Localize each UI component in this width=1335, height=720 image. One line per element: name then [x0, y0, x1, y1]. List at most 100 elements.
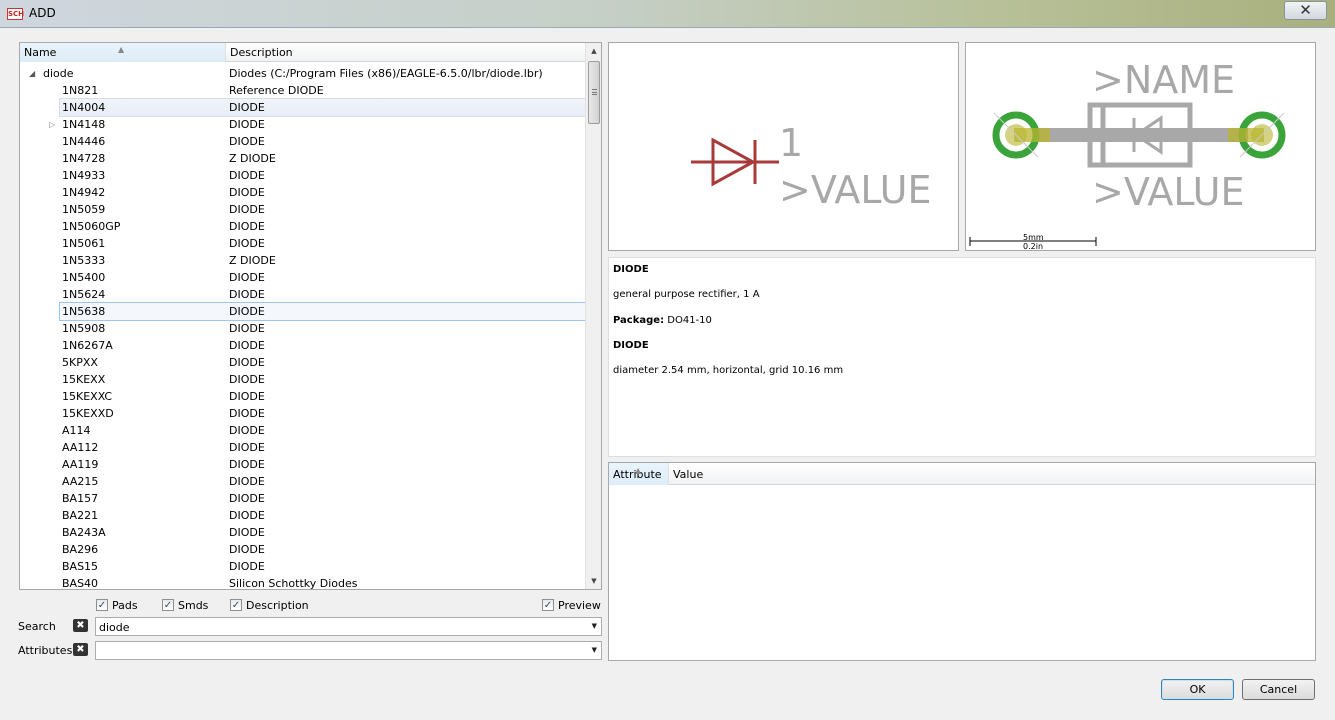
table-row[interactable]: 1N5060GP DIODE: [20, 218, 586, 235]
device-description-cell: DIODE: [229, 186, 265, 199]
package-value-text: >VALUE: [1092, 170, 1245, 214]
grip-icon: [592, 89, 597, 95]
device-name: 15KEXX: [62, 373, 106, 386]
attributes-input[interactable]: [99, 644, 579, 658]
table-row[interactable]: BA296 DIODE: [20, 541, 586, 558]
table-row[interactable]: BA157 DIODE: [20, 490, 586, 507]
table-row[interactable]: A114 DIODE: [20, 422, 586, 439]
device-name: 1N5333: [62, 254, 106, 267]
symbol-preview: 1 >VALUE: [608, 42, 959, 251]
table-row[interactable]: BA221 DIODE: [20, 507, 586, 524]
table-row[interactable]: BAS15 DIODE: [20, 558, 586, 575]
device-description-cell: DIODE: [229, 526, 265, 539]
device-description-cell: DIODE: [229, 390, 265, 403]
table-row[interactable]: 1N4933 DIODE: [20, 167, 586, 184]
preview-checkbox[interactable]: ✓ Preview: [542, 599, 602, 613]
sort-asc-icon: ▲: [118, 45, 125, 54]
table-row[interactable]: 1N5061 DIODE: [20, 235, 586, 252]
table-row[interactable]: 1N4446 DIODE: [20, 133, 586, 150]
clear-attributes-icon[interactable]: ✖: [73, 643, 88, 656]
device-description-cell: DIODE: [229, 203, 265, 216]
search-label: Search: [18, 620, 56, 633]
close-button[interactable]: ✕: [1284, 1, 1327, 20]
table-row[interactable]: 1N6267A DIODE: [20, 337, 586, 354]
device-name: A114: [62, 424, 91, 437]
device-description-cell: DIODE: [229, 356, 265, 369]
column-header-value[interactable]: Value: [669, 463, 869, 485]
device-name: BA157: [62, 492, 99, 505]
device-description-cell: DIODE: [229, 169, 265, 182]
table-row[interactable]: 1N5333 Z DIODE: [20, 252, 586, 269]
table-row[interactable]: 1N5638 DIODE: [59, 302, 587, 321]
scale-in-label: 0.2in: [1023, 242, 1043, 250]
pads-checkbox[interactable]: ✓ Pads: [96, 599, 156, 613]
package-name-text: >NAME: [1092, 58, 1235, 102]
tree-scrollbar[interactable]: ▲ ▼: [585, 43, 601, 589]
table-row[interactable]: ▷ 1N4148 DIODE: [20, 116, 586, 133]
expand-triangle-icon[interactable]: ▷: [49, 116, 55, 133]
device-name: BAS40: [62, 577, 99, 590]
device-tree[interactable]: ▲ Name Description ◢ diode Diodes (C:/Pr…: [19, 42, 602, 590]
table-row[interactable]: AA215 DIODE: [20, 473, 586, 490]
table-row[interactable]: 1N5908 DIODE: [20, 320, 586, 337]
scroll-up-arrow-icon[interactable]: ▲: [586, 43, 601, 59]
app-icon: SCH: [7, 8, 25, 20]
table-row[interactable]: 15KEXXC DIODE: [20, 388, 586, 405]
device-description-cell: Reference DIODE: [229, 84, 324, 97]
device-heading: DIODE: [613, 264, 649, 275]
package-preview: >NAME >VALUE 5mm 0.2in: [965, 42, 1316, 251]
table-row[interactable]: 1N821 Reference DIODE: [20, 82, 586, 99]
scroll-thumb[interactable]: [588, 61, 600, 124]
device-name: 1N5060GP: [62, 220, 121, 233]
scroll-down-arrow-icon[interactable]: ▼: [586, 573, 601, 589]
table-row[interactable]: 5KPXX DIODE: [20, 354, 586, 371]
device-name: BAS15: [62, 560, 99, 573]
description-checkbox[interactable]: ✓ Description: [230, 599, 320, 613]
dropdown-arrow-icon[interactable]: ▼: [592, 646, 597, 654]
device-name: 1N5061: [62, 237, 106, 250]
search-combo[interactable]: ▼: [95, 617, 602, 636]
device-description-cell: DIODE: [229, 424, 265, 437]
table-row[interactable]: 15KEXXD DIODE: [20, 405, 586, 422]
smds-checkbox[interactable]: ✓ Smds: [162, 599, 222, 613]
table-row[interactable]: AA119 DIODE: [20, 456, 586, 473]
pin-number: 1: [779, 121, 803, 165]
table-row[interactable]: 15KEXX DIODE: [20, 371, 586, 388]
scale-mm-label: 5mm: [1023, 233, 1044, 242]
package-drawing: >NAME >VALUE 5mm 0.2in: [969, 58, 1286, 251]
device-description-cell: DIODE: [229, 373, 265, 386]
table-row[interactable]: 1N5624 DIODE: [20, 286, 586, 303]
table-row[interactable]: AA112 DIODE: [20, 439, 586, 456]
attributes-combo[interactable]: ▼: [95, 641, 602, 660]
device-description-cell: Silicon Schottky Diodes: [229, 577, 358, 590]
cancel-button[interactable]: Cancel: [1242, 679, 1315, 700]
diode-symbol-drawing: 1 >VALUE: [691, 121, 932, 212]
column-header-attribute[interactable]: ▲ Attribute: [609, 463, 669, 485]
column-header-description[interactable]: Description: [226, 43, 586, 62]
table-row[interactable]: 1N4942 DIODE: [20, 184, 586, 201]
attribute-table[interactable]: ▲ Attribute Value: [608, 462, 1316, 661]
clear-search-icon[interactable]: ✖: [73, 619, 88, 632]
checkmark-icon: ✓: [542, 599, 554, 611]
device-name: 1N4933: [62, 169, 106, 182]
attribute-table-header: ▲ Attribute Value: [609, 463, 1315, 485]
device-name: 1N4446: [62, 135, 106, 148]
table-row[interactable]: BAS40 Silicon Schottky Diodes: [20, 575, 586, 590]
device-description-cell: DIODE: [229, 237, 265, 250]
table-row[interactable]: 1N5059 DIODE: [20, 201, 586, 218]
collapse-triangle-icon[interactable]: ◢: [29, 65, 35, 82]
ok-button[interactable]: OK: [1161, 679, 1234, 700]
table-row[interactable]: 1N4728 Z DIODE: [20, 150, 586, 167]
table-row[interactable]: 1N4004 DIODE: [59, 98, 587, 117]
table-row[interactable]: 1N5400 DIODE: [20, 269, 586, 286]
device-description: general purpose rectifier, 1 A: [613, 289, 760, 300]
device-name: 1N5059: [62, 203, 106, 216]
search-input[interactable]: [99, 620, 579, 634]
tree-row-library[interactable]: ◢ diode Diodes (C:/Program Files (x86)/E…: [20, 65, 586, 82]
table-row[interactable]: BA243A DIODE: [20, 524, 586, 541]
column-header-name[interactable]: ▲ Name: [20, 43, 226, 62]
symbol-value-text: >VALUE: [779, 168, 932, 212]
device-name: AA112: [62, 441, 99, 454]
dropdown-arrow-icon[interactable]: ▼: [592, 622, 597, 630]
tree-rows: ◢ diode Diodes (C:/Program Files (x86)/E…: [20, 65, 587, 590]
